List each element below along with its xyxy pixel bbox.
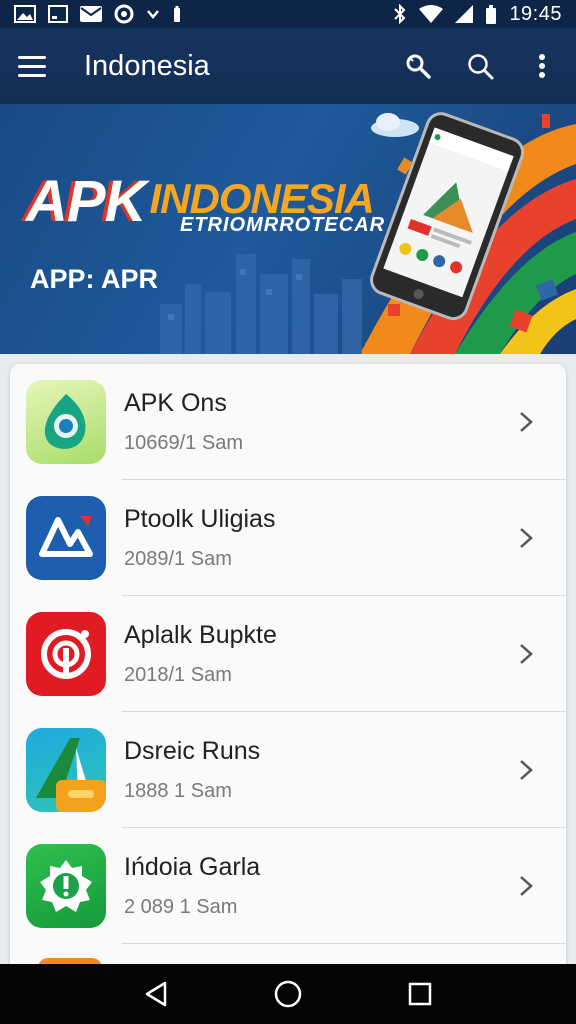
search-icon <box>468 54 494 80</box>
list-item-text: Dsreic Runs 1888 1 Sam <box>124 737 512 803</box>
app-meta: 1888 1 Sam <box>124 780 232 802</box>
recents-button[interactable] <box>400 974 440 1014</box>
app-meta: 2 089 1 Sam <box>124 896 238 918</box>
dsreic-icon <box>26 728 106 812</box>
list-item[interactable]: Ptoolk Uligias 2089/1 Sam <box>10 480 566 596</box>
app-meta: 2089/1 Sam <box>124 548 232 570</box>
menu-icon-line <box>18 55 46 59</box>
chevron-right-icon <box>512 640 540 668</box>
back-button[interactable] <box>136 974 176 1014</box>
battery-small-icon <box>172 5 182 23</box>
search-button[interactable] <box>464 50 496 82</box>
battery-icon <box>485 4 497 24</box>
wrench-search-icon <box>406 54 431 79</box>
image-icon <box>14 5 36 23</box>
app-bar: Indonesia <box>0 28 576 104</box>
wifi-icon <box>419 5 444 23</box>
aplalk-icon <box>26 612 106 696</box>
menu-icon-line <box>18 73 46 77</box>
banner-title-apk: APK <box>26 169 146 234</box>
signal-icon <box>455 5 474 23</box>
chevron-right-icon <box>512 756 540 784</box>
more-options-button[interactable] <box>526 50 558 82</box>
chevron-right-icon <box>512 408 540 436</box>
home-icon <box>274 980 302 1008</box>
list-item-text: Ińdoia Garla 2 089 1 Sam <box>124 853 512 919</box>
status-bar: 19:45 <box>0 0 576 28</box>
list-item[interactable]: Ińdoia Garla 2 089 1 Sam <box>10 828 566 944</box>
page-title: Indonesia <box>84 49 210 82</box>
chevron-right-icon <box>512 524 540 552</box>
list-item[interactable]: Dsreic Runs 1888 1 Sam <box>10 712 566 828</box>
app-name: APK Ons <box>124 389 227 417</box>
app-name: Ptoolk Uligias <box>124 505 276 533</box>
app-bar-actions <box>402 50 558 82</box>
status-time: 19:45 <box>509 2 562 25</box>
app-name: Dsreic Runs <box>124 737 261 765</box>
promo-banner[interactable]: APKINDONESIA ETRIOMRROTECAR APP: APR <box>0 104 576 354</box>
target-icon <box>114 4 134 24</box>
banner-subtitle: ETRIOMRROTECAR <box>180 214 386 236</box>
menu-icon-line <box>18 64 46 68</box>
more-icon <box>539 54 545 78</box>
menu-button[interactable] <box>18 48 54 84</box>
app-meta: 10669/1 Sam <box>124 432 243 454</box>
chevron-right-icon <box>512 872 540 900</box>
chevron-icon <box>146 8 160 20</box>
list-item[interactable]: APK Ons 10669/1 Sam <box>10 364 566 480</box>
list-item-text: APK Ons 10669/1 Sam <box>124 389 512 455</box>
list-item[interactable]: Aplalk Bupkte 2018/1 Sam <box>10 596 566 712</box>
status-right: 19:45 <box>393 3 562 26</box>
indoia-icon <box>26 844 106 928</box>
screen-icon <box>48 5 68 23</box>
system-nav-bar <box>0 964 576 1024</box>
banner-tag: APP: APR <box>30 264 159 294</box>
app-meta: 2018/1 Sam <box>124 664 232 686</box>
status-left <box>14 4 182 24</box>
wrench-search-button[interactable] <box>402 50 434 82</box>
mail-icon <box>80 6 102 22</box>
list-item-text: Ptoolk Uligias 2089/1 Sam <box>124 505 512 571</box>
ptoolk-icon <box>26 496 106 580</box>
list-item-text: Aplalk Bupkte 2018/1 Sam <box>124 621 512 687</box>
recents-icon <box>408 982 432 1006</box>
app-name: Aplalk Bupkte <box>124 621 277 649</box>
apk-ons-icon <box>26 380 106 464</box>
back-icon <box>145 981 167 1007</box>
home-button[interactable] <box>268 974 308 1014</box>
app-name: Ińdoia Garla <box>124 853 261 881</box>
bluetooth-icon <box>393 4 407 24</box>
app-list: APK Ons 10669/1 Sam Ptoolk Uligias 2089/… <box>10 364 566 974</box>
